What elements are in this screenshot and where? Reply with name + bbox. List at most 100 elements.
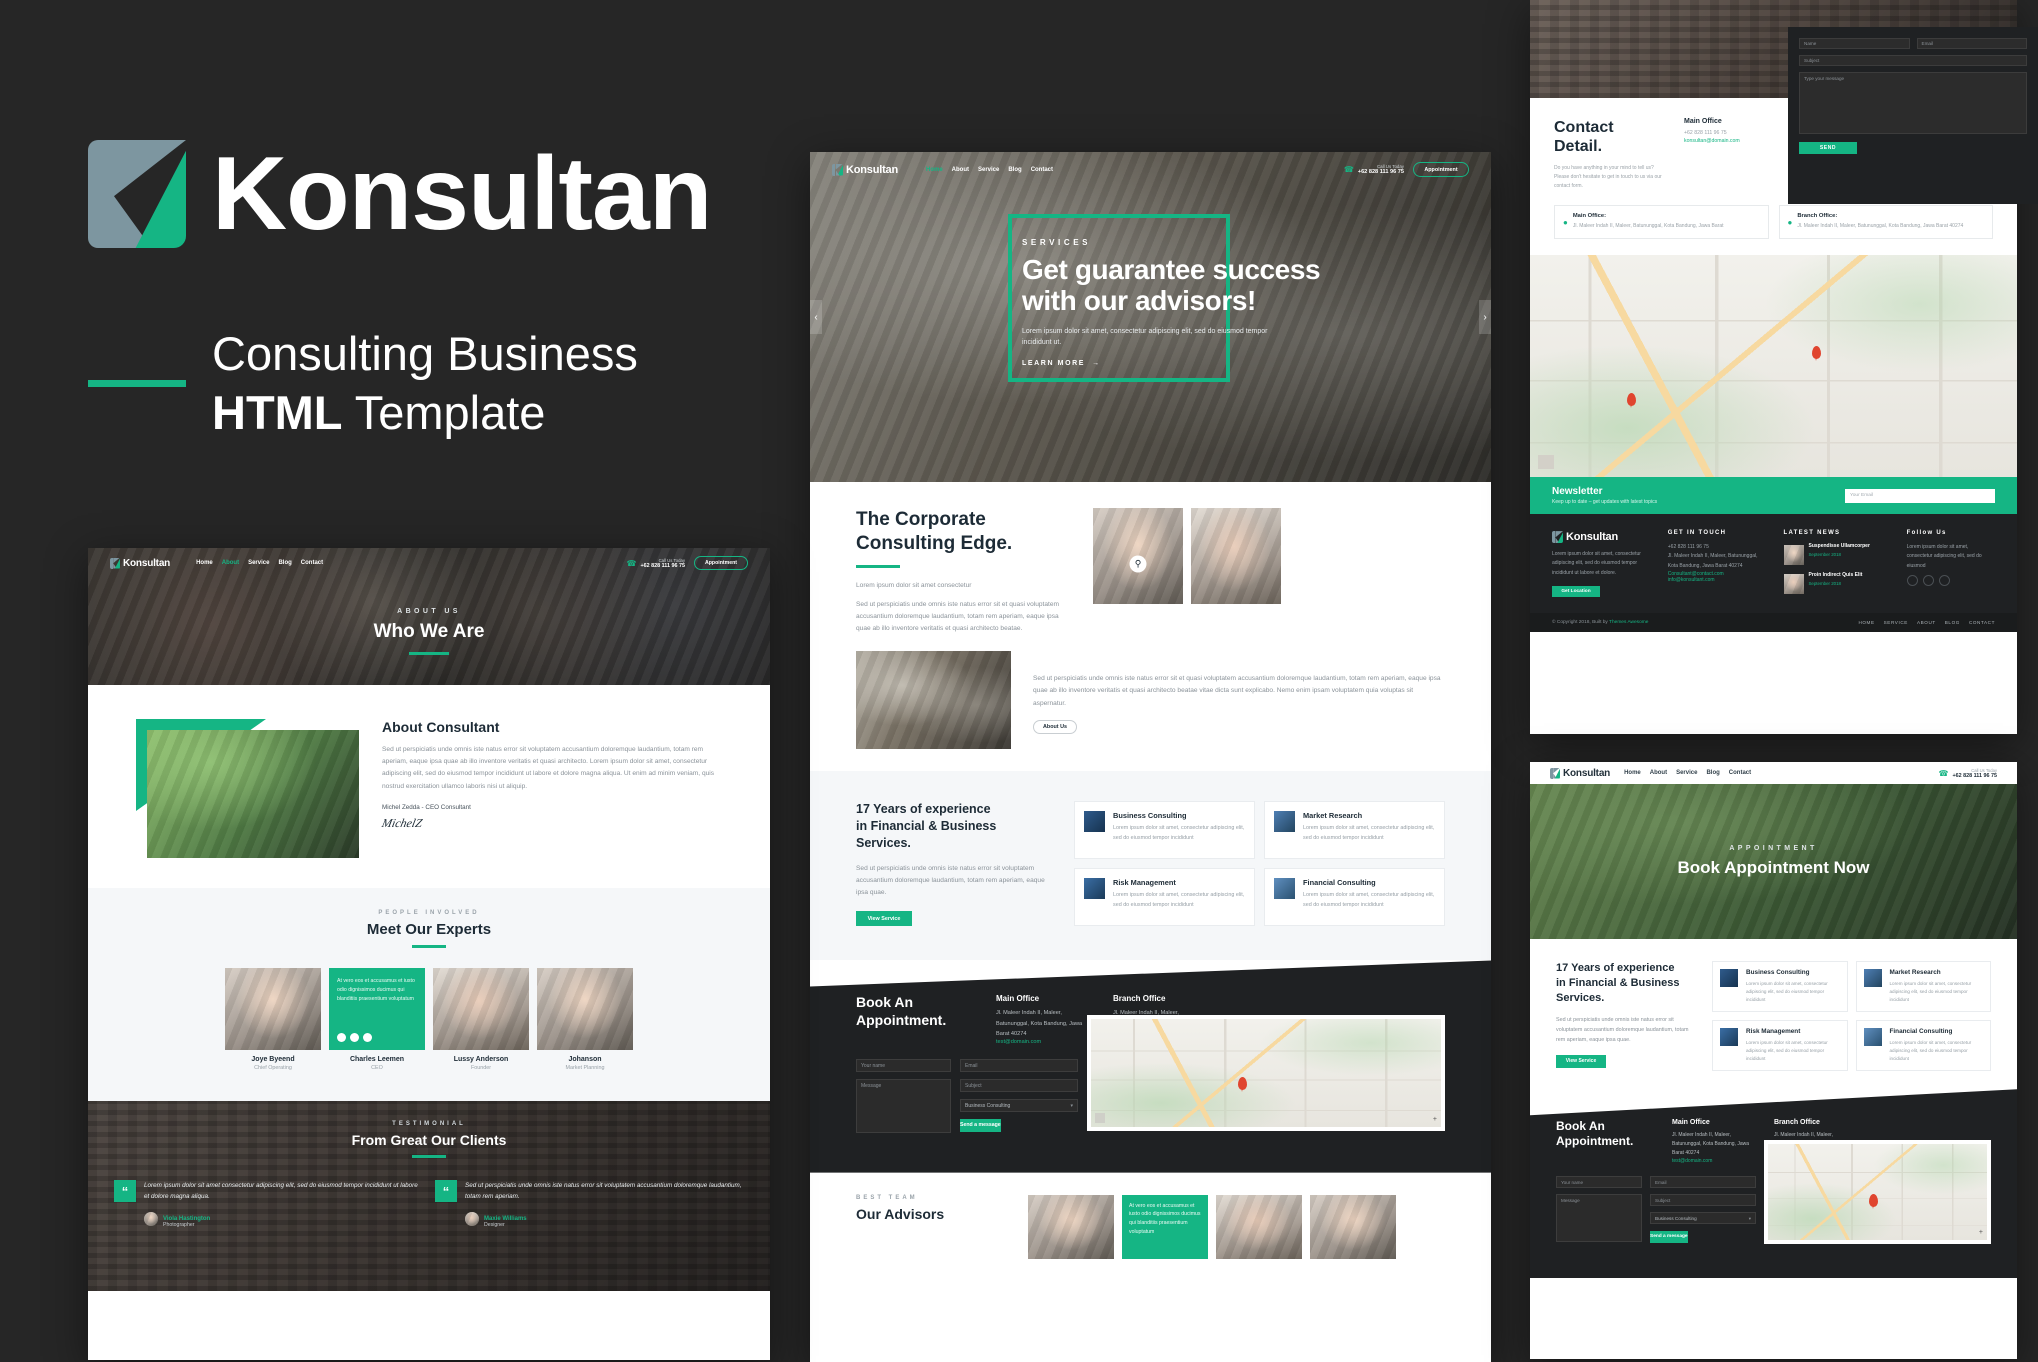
appointment-button[interactable]: Appointment <box>1413 162 1469 177</box>
google-plus-icon[interactable] <box>1938 574 1950 586</box>
get-location-button[interactable]: Get Location <box>1552 585 1600 597</box>
facebook-icon[interactable] <box>337 1033 346 1042</box>
market-research-icon <box>1863 969 1882 987</box>
service-card[interactable]: Risk Management Lorem ipsum dolor sit ame… <box>1074 868 1255 927</box>
consultant-title: About Consultant <box>382 719 500 735</box>
magnify-icon[interactable]: ⚲ <box>1129 555 1147 573</box>
appt-name-input[interactable]: Your name <box>1556 1176 1642 1189</box>
service-card[interactable]: Market Research Lorem ipsum dolor sit ame… <box>1855 961 1991 1013</box>
service-card[interactable]: Business Consulting Lorem ipsum dolor sit… <box>1074 801 1255 860</box>
view-service-button[interactable]: View Service <box>856 911 912 927</box>
contact-map[interactable] <box>1530 255 2017 478</box>
footer-logo[interactable]: Konsultan <box>1552 531 1618 544</box>
twitter-icon[interactable] <box>1922 574 1934 586</box>
facebook-icon[interactable] <box>1906 574 1918 586</box>
contact-message-textarea[interactable]: Type your message <box>1799 72 2027 134</box>
contact-name-placeholder: Name <box>1804 41 1817 46</box>
nav-item-about[interactable]: About <box>1650 770 1667 776</box>
nav-item-service[interactable]: Service <box>978 167 999 173</box>
contact-main-office-email[interactable]: konsultan@domain.com <box>1684 138 1776 144</box>
nav-item-home[interactable]: Home <box>1624 770 1641 776</box>
news-thumbnail <box>1783 545 1804 566</box>
map-street-view-thumbnail[interactable] <box>1538 455 1554 470</box>
footer-news-item[interactable]: Suspendisse Ullamcorper September 2018 <box>1783 543 1887 566</box>
appt-message-input[interactable]: Message <box>856 1078 951 1133</box>
appt-email-input[interactable]: Email <box>960 1058 1078 1072</box>
nav-item-contact[interactable]: Contact <box>301 560 323 566</box>
phone-icon: ☎ <box>626 558 637 568</box>
edge-about-button[interactable]: About Us <box>1033 719 1077 734</box>
appointment-button[interactable]: Appointment <box>694 556 748 570</box>
expert-card[interactable]: Lussy Anderson Founder <box>433 968 529 1071</box>
branch-office-label: Branch Office <box>1774 1119 1820 1127</box>
main-office-email[interactable]: test@domain.com <box>996 1039 1091 1045</box>
expert-card[interactable]: Joye Byeend Chief Operating <box>225 968 321 1071</box>
expert-name: Joye Byeend <box>251 1056 295 1063</box>
expert-card[interactable]: Johanson Market Planning <box>537 968 633 1071</box>
appt-name-input[interactable]: Your name <box>856 1058 951 1072</box>
nav-item-about[interactable]: About <box>952 167 969 173</box>
footer-news-item[interactable]: Proin Indirect Quis Elit September 2018 <box>1783 572 1887 595</box>
contact-send-button[interactable]: SEND <box>1799 142 1857 154</box>
instagram-icon[interactable] <box>363 1033 372 1042</box>
footer-link-blog[interactable]: BLOG <box>1945 620 1960 625</box>
footer-link-home[interactable]: HOME <box>1858 620 1874 625</box>
appointment-map[interactable]: + <box>1087 1014 1445 1131</box>
header-phone[interactable]: +62 828 111 96 75 <box>640 563 685 569</box>
appt-service-select[interactable]: Business Consulting ▾ <box>960 1098 1078 1112</box>
copyright-link[interactable]: Themes Awesome <box>1609 620 1648 625</box>
service-card[interactable]: Financial Consulting Lorem ipsum dolor si… <box>1264 868 1445 927</box>
testimonial-title: From Great Our Clients <box>351 1132 507 1148</box>
corporate-edge-section: The Corporate Consulting Edge. Lorem ips… <box>810 482 1491 771</box>
twitter-icon[interactable] <box>350 1033 359 1042</box>
header-phone[interactable]: +62 828 111 96 75 <box>1952 773 1997 779</box>
hero-prev-arrow[interactable]: ‹ <box>810 300 822 334</box>
map-zoom-in-icon[interactable]: + <box>1433 1116 1437 1123</box>
nav-item-blog[interactable]: Blog <box>278 560 291 566</box>
ap-stats-title-3: Services. <box>1556 991 1605 1004</box>
appointment-map[interactable]: + <box>1764 1140 1991 1245</box>
contact-subject-input[interactable]: Subject <box>1799 55 2027 66</box>
expert-card-promo[interactable]: At vero eos et accusamus et iusto odio d… <box>329 968 425 1071</box>
header-logo[interactable]: Konsultan <box>832 163 898 176</box>
appt-service-select[interactable]: Business Consulting ▾ <box>1650 1212 1756 1225</box>
service-card[interactable]: Risk Management Lorem ipsum dolor sit ame… <box>1712 1020 1848 1072</box>
send-message-button[interactable]: Send a message <box>960 1118 1001 1132</box>
contact-name-input[interactable]: Name <box>1799 38 1910 49</box>
footer-link-about[interactable]: ABOUT <box>1917 620 1936 625</box>
appt-subject-input[interactable]: Subject <box>960 1078 1078 1092</box>
send-message-button[interactable]: Send a message <box>1650 1230 1688 1243</box>
nav-item-home[interactable]: Home <box>926 167 943 173</box>
nav-item-about[interactable]: About <box>222 560 239 566</box>
header-logo[interactable]: Konsultan <box>110 557 170 569</box>
appt-email-input[interactable]: Email <box>1650 1176 1756 1189</box>
location-pin-icon: ● <box>1563 218 1568 228</box>
nav-item-service[interactable]: Service <box>1676 770 1697 776</box>
header-phone[interactable]: +62 828 111 96 75 <box>1358 169 1404 175</box>
nav-item-service[interactable]: Service <box>248 560 269 566</box>
hero-next-arrow[interactable]: › <box>1479 300 1491 334</box>
appt-message-input[interactable]: Message <box>1556 1194 1642 1243</box>
main-office-email[interactable]: test@domain.com <box>1672 1158 1758 1164</box>
footer-link-service[interactable]: SERVICE <box>1884 620 1908 625</box>
footer-phone[interactable]: +62 828 111 96 75 <box>1668 543 1764 552</box>
hero-learn-more-link[interactable]: LEARN MORE → <box>1022 360 1352 367</box>
view-service-button[interactable]: View Service <box>1556 1054 1606 1068</box>
nav-item-home[interactable]: Home <box>196 560 213 566</box>
service-card[interactable]: Business Consulting Lorem ipsum dolor sit… <box>1712 961 1848 1013</box>
footer-email-2[interactable]: info@konsultant.com <box>1668 577 1764 583</box>
map-zoom-in-icon[interactable]: + <box>1979 1229 1983 1236</box>
nav-item-blog[interactable]: Blog <box>1706 770 1719 776</box>
nav-item-blog[interactable]: Blog <box>1008 167 1021 173</box>
about-title: Who We Are <box>373 621 485 642</box>
nav-item-contact[interactable]: Contact <box>1729 770 1751 776</box>
service-card[interactable]: Market Research Lorem ipsum dolor sit ame… <box>1264 801 1445 860</box>
contact-email-input[interactable]: Email <box>1916 38 2027 49</box>
nav-item-contact[interactable]: Contact <box>1031 167 1053 173</box>
about-accent-rule <box>409 652 449 655</box>
header-logo[interactable]: Konsultan <box>1550 767 1610 779</box>
appt-subject-input[interactable]: Subject <box>1650 1194 1756 1207</box>
service-card[interactable]: Financial Consulting Lorem ipsum dolor si… <box>1855 1020 1991 1072</box>
footer-link-contact[interactable]: CONTACT <box>1969 620 1995 625</box>
newsletter-email-input[interactable]: Your Email <box>1845 488 1995 503</box>
